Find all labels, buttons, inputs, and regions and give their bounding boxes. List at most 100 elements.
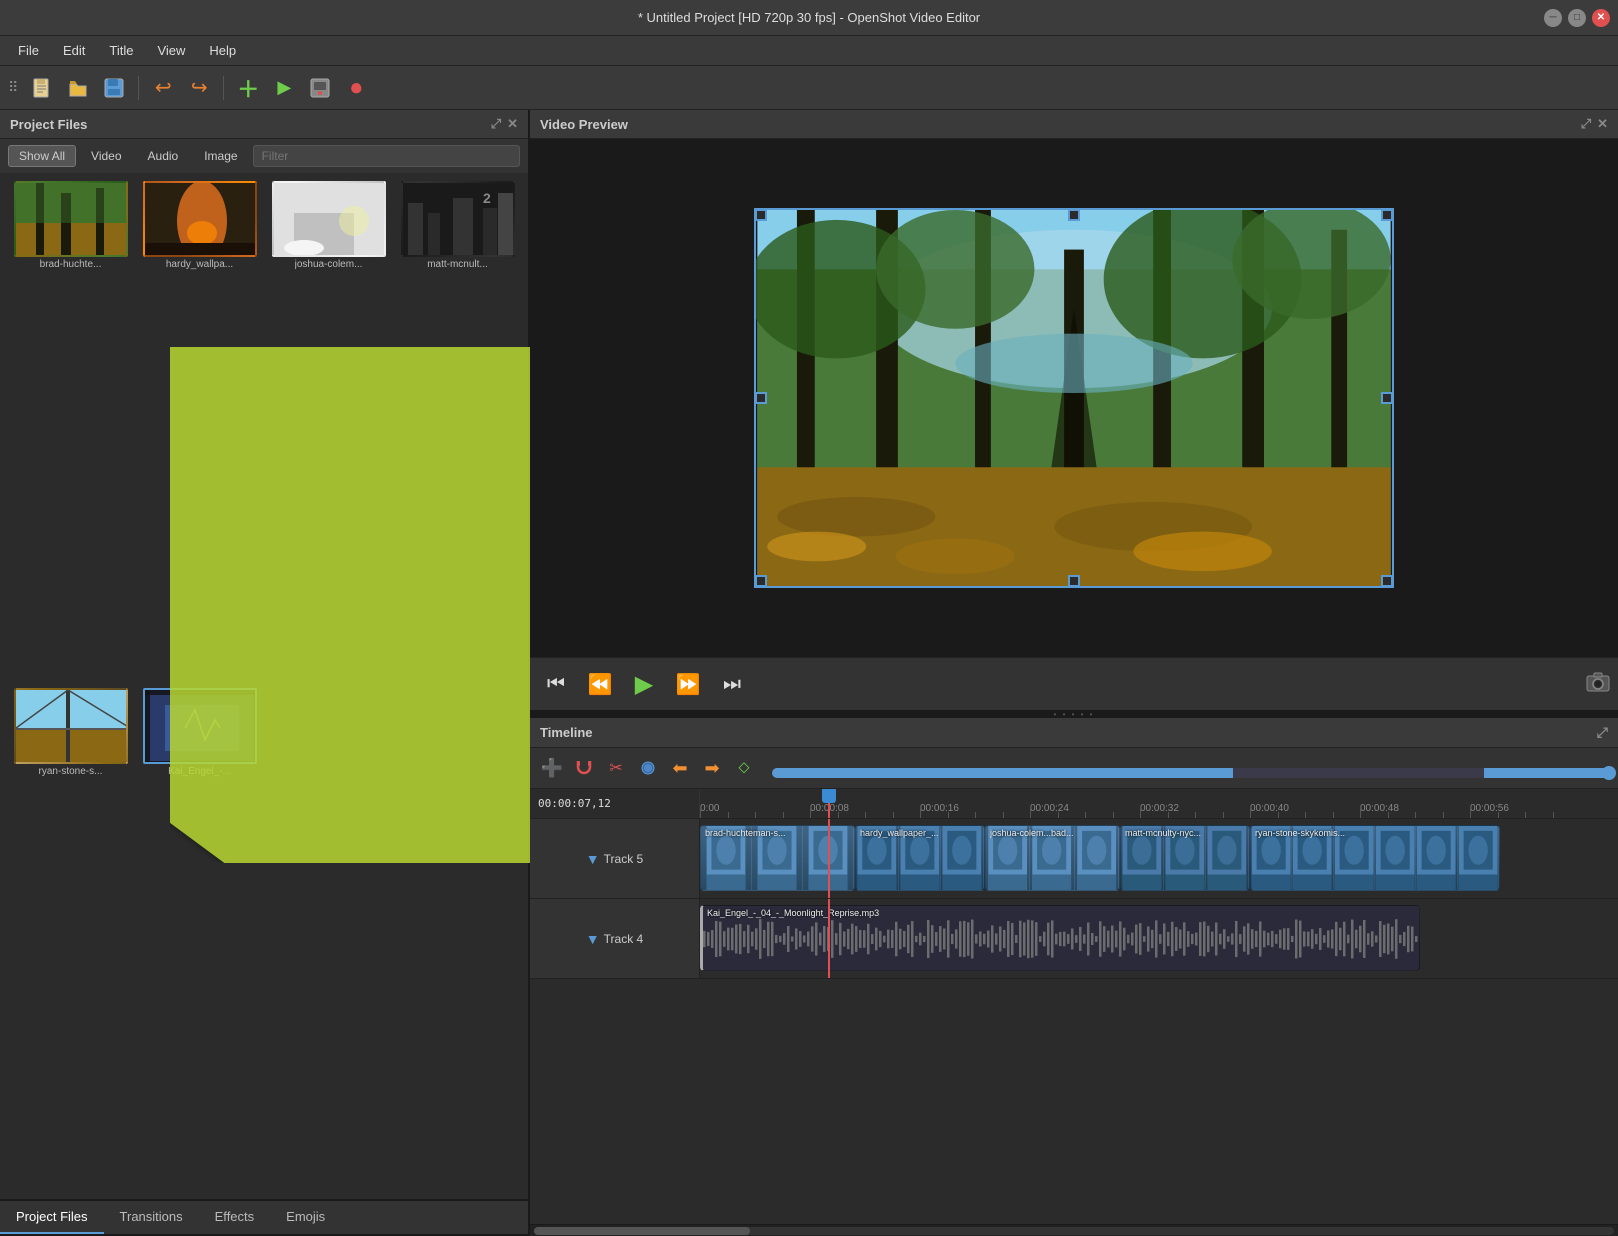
timeline-scroll-marker[interactable] — [1602, 766, 1616, 780]
ruler-subtick-2-2 — [975, 812, 976, 818]
tab-emojis[interactable]: Emojis — [270, 1201, 341, 1234]
record-button[interactable]: ⏺ — [340, 72, 372, 104]
toolbar-sep1 — [138, 76, 139, 100]
add-button[interactable]: ＋ — [232, 72, 264, 104]
center-button[interactable]: ⬦ — [730, 754, 758, 782]
save-project-button[interactable] — [98, 72, 130, 104]
h-scroll-thumb[interactable] — [534, 1227, 750, 1235]
ruler-subtick-2-1 — [948, 812, 949, 818]
file-thumb-f3[interactable]: joshua-colem... — [266, 181, 391, 684]
window-title: * Untitled Project [HD 720p 30 fps] - Op… — [638, 10, 980, 25]
go-to-end-button[interactable]: ⏭ — [714, 666, 750, 702]
handle-top-right[interactable] — [1381, 209, 1393, 221]
menu-edit[interactable]: Edit — [53, 39, 95, 62]
ruler-tick-5 — [1250, 806, 1251, 818]
track-5-header: ▼ Track 5 — [530, 819, 700, 898]
filter-show-all[interactable]: Show All — [8, 145, 76, 167]
ruler-tick-3 — [1030, 806, 1031, 818]
panel-resize[interactable]: • • • • • — [530, 710, 1618, 718]
menu-file[interactable]: File — [8, 39, 49, 62]
audio-clip-0[interactable]: Kai_Engel_-_04_-_Moonlight_Reprise.mp3 — [700, 905, 1420, 971]
file-label-f4: matt-mcnult... — [427, 259, 488, 270]
playhead-line[interactable] — [828, 789, 830, 818]
handle-mid-bottom[interactable] — [1068, 575, 1080, 587]
close-button[interactable]: ✕ — [1592, 9, 1610, 27]
timeline-expand-icon[interactable]: ⤢ — [1597, 724, 1608, 741]
insert-button[interactable] — [634, 754, 662, 782]
track-4-content: Kai_Engel_-_04_-_Moonlight_Reprise.mp3 — [700, 899, 1618, 978]
file-thumb-f4[interactable]: 2 matt-mcnult... — [395, 181, 520, 684]
timeline-bottom-scroll — [530, 1224, 1618, 1236]
playhead-marker[interactable] — [822, 789, 836, 803]
menu-help[interactable]: Help — [199, 39, 246, 62]
file-thumb-f1[interactable]: brad-huchte... — [8, 181, 133, 684]
add-track-button[interactable]: ➕ — [538, 754, 566, 782]
prev-button[interactable]: ⬅ — [666, 754, 694, 782]
filter-audio[interactable]: Audio — [137, 145, 190, 167]
video-clip-1[interactable]: hardy_wallpaper_... — [855, 825, 985, 891]
maximize-button[interactable]: □ — [1568, 9, 1586, 27]
track-4-header: ▼ Track 4 — [530, 899, 700, 978]
drag-handle: ⠿ — [8, 79, 18, 96]
menu-view[interactable]: View — [147, 39, 195, 62]
minimize-button[interactable]: ─ — [1544, 9, 1562, 27]
file-label-f5: ryan-stone-s... — [39, 766, 103, 777]
expand-icon[interactable]: ⤢ — [491, 116, 501, 132]
fast-forward-button[interactable]: ⏩ — [670, 666, 706, 702]
close-panel-icon[interactable]: ✕ — [507, 116, 518, 132]
handle-mid-left[interactable] — [755, 392, 767, 404]
timeline-ruler: 0:0000:00:0800:00:1600:00:2400:00:3200:0… — [700, 789, 1618, 818]
redo-button[interactable]: ↪ — [183, 72, 215, 104]
preview-button[interactable]: ▶ — [268, 72, 300, 104]
magnet-button[interactable] — [570, 754, 598, 782]
tab-transitions[interactable]: Transitions — [104, 1201, 199, 1234]
ruler-time-2: 00:00:16 — [920, 803, 959, 814]
expand-preview-icon[interactable]: ⤢ — [1581, 116, 1591, 132]
rewind-button[interactable]: ⏪ — [582, 666, 618, 702]
handle-top-left[interactable] — [755, 209, 767, 221]
handle-bottom-right[interactable] — [1381, 575, 1393, 587]
tab-effects[interactable]: Effects — [199, 1201, 271, 1234]
video-clip-0[interactable]: brad-huchteman-s... — [700, 825, 855, 891]
screenshot-button[interactable] — [1586, 672, 1610, 697]
ruler-subtick-0-2 — [755, 812, 756, 818]
menu-title[interactable]: Title — [99, 39, 143, 62]
open-project-button[interactable] — [62, 72, 94, 104]
main-toolbar: ⠿ ↩ ↪ ＋ ▶ ⏺ — [0, 66, 1618, 110]
video-clip-4[interactable]: ryan-stone-skykomis... — [1250, 825, 1500, 891]
track-5-arrow[interactable]: ▼ — [586, 851, 600, 867]
tab-project-files[interactable]: Project Files — [0, 1201, 104, 1234]
ruler-time-4: 00:00:32 — [1140, 803, 1179, 814]
close-preview-icon[interactable]: ✕ — [1597, 116, 1608, 132]
timeline-scroll-thumb-blue[interactable] — [772, 768, 1233, 778]
window-controls: ─ □ ✕ — [1544, 9, 1610, 27]
file-thumb-f5[interactable]: ryan-stone-s... — [8, 688, 133, 1191]
handle-mid-top[interactable] — [1068, 209, 1080, 221]
timeline-ruler-row: 00:00:07,12 0:0000:00:0800:00:1600:00:24… — [530, 789, 1618, 819]
new-project-button[interactable] — [26, 72, 58, 104]
ruler-time-6: 00:00:48 — [1360, 803, 1399, 814]
filter-input[interactable] — [253, 145, 520, 167]
file-thumb-f6[interactable]: Kai_Engel_-... — [137, 688, 262, 1191]
video-clip-2[interactable]: joshua-colem...bad... — [985, 825, 1120, 891]
handle-bottom-left[interactable] — [755, 575, 767, 587]
project-files-title: Project Files — [10, 117, 87, 132]
filter-video[interactable]: Video — [80, 145, 132, 167]
track-4-arrow[interactable]: ▼ — [586, 931, 600, 947]
export-button[interactable] — [304, 72, 336, 104]
clip-label-3: matt-mcnulty-nyc... — [1125, 828, 1201, 838]
undo-button[interactable]: ↩ — [147, 72, 179, 104]
ruler-subtick-5-2 — [1305, 812, 1306, 818]
cut-button[interactable]: ✂ — [602, 754, 630, 782]
track-5-label: Track 5 — [604, 852, 644, 866]
video-clip-3[interactable]: matt-mcnulty-nyc... — [1120, 825, 1250, 891]
track-4-label: Track 4 — [604, 932, 644, 946]
next-button[interactable]: ➡ — [698, 754, 726, 782]
file-thumb-f2[interactable]: hardy_wallpa... — [137, 181, 262, 684]
handle-mid-right[interactable] — [1381, 392, 1393, 404]
rewind-start-button[interactable]: ⏮ — [538, 666, 574, 702]
ruler-tick-4 — [1140, 806, 1141, 818]
play-button[interactable]: ▶ — [626, 666, 662, 702]
track-5-content: brad-huchteman-s... hardy_wallpaper_... — [700, 819, 1618, 898]
filter-image[interactable]: Image — [193, 145, 248, 167]
